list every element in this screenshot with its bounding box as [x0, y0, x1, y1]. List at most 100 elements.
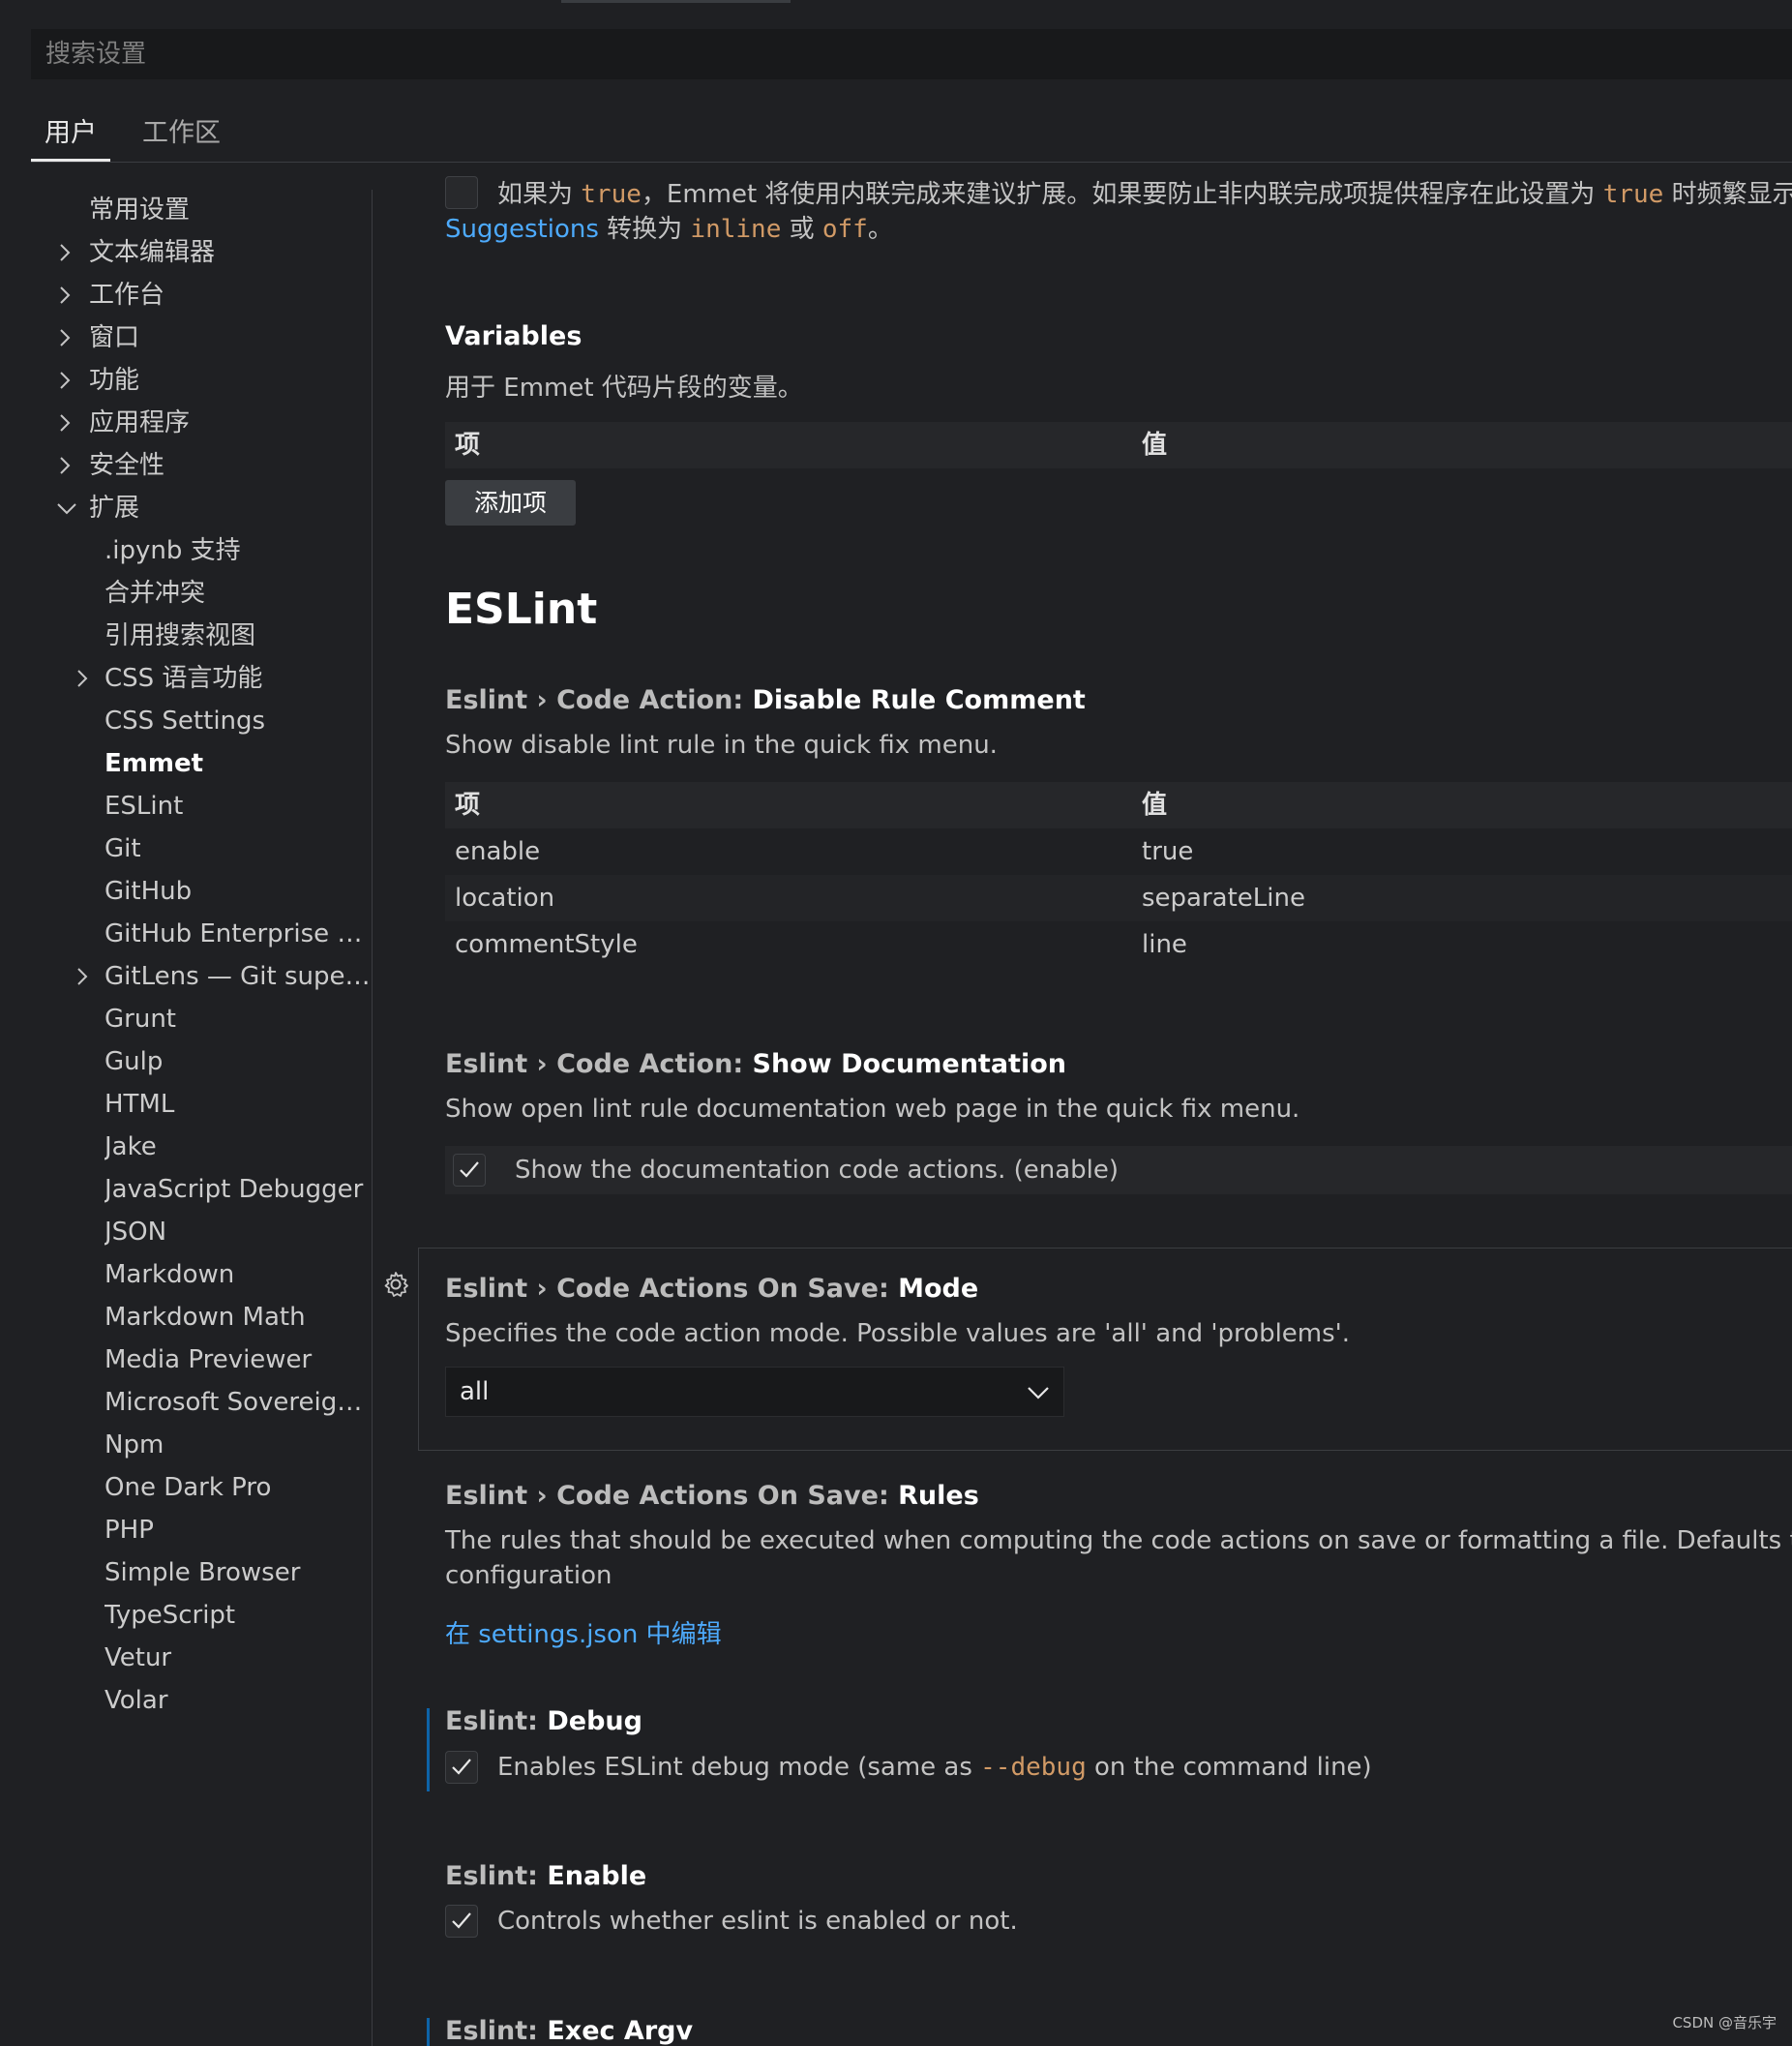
toc-item-npm[interactable]: Npm: [105, 1425, 371, 1465]
show-documentation-checkbox-label: Show the documentation code actions. (en…: [515, 1156, 1120, 1185]
toc-item-vetur[interactable]: Vetur: [105, 1638, 371, 1678]
show-documentation-desc: Show open lint rule documentation web pa…: [445, 1095, 1300, 1124]
exec-argv-title: Eslint: Exec Argv: [445, 2016, 694, 2046]
code-actions-rules-desc: The rules that should be executed when c…: [445, 1526, 1792, 1555]
column-header-value: 值: [1142, 791, 1168, 820]
settings-toc: 常用设置 文本编辑器 工作台 窗口 功能 应用程序 安全性 扩展 .ipynb …: [0, 190, 373, 2046]
select-value: all: [460, 1377, 490, 1406]
search-settings-box[interactable]: [31, 29, 1792, 79]
toc-item-gitlens[interactable]: GitLens — Git superc...: [105, 956, 371, 997]
inline-completions-desc: 如果为 true，Emmet 将使用内联完成来建议扩展。如果要防止非内联完成项提…: [497, 180, 1792, 209]
toc-item-simple-browser[interactable]: Simple Browser: [105, 1552, 371, 1593]
tab-workspace[interactable]: 工作区: [129, 114, 234, 162]
chevron-right-icon[interactable]: [58, 403, 77, 443]
add-item-button[interactable]: 添加项: [445, 480, 577, 526]
toc-item-json[interactable]: JSON: [105, 1212, 371, 1252]
chevron-right-icon[interactable]: [58, 360, 77, 401]
toc-item-github-enterprise[interactable]: GitHub Enterprise Se...: [105, 914, 371, 954]
toc-item-references-view[interactable]: 引用搜索视图: [105, 616, 371, 656]
toc-item-features[interactable]: 功能: [89, 360, 360, 401]
suggestions-link[interactable]: Suggestions: [445, 215, 599, 244]
toc-item-javascript-debugger[interactable]: JavaScript Debugger: [105, 1169, 371, 1210]
check-icon: [452, 1759, 471, 1775]
row-value: line: [1142, 930, 1187, 959]
toc-item-media-previewer[interactable]: Media Previewer: [105, 1339, 371, 1380]
toc-item-markdown[interactable]: Markdown: [105, 1254, 371, 1295]
toc-item-window[interactable]: 窗口: [89, 317, 360, 358]
toc-item-application[interactable]: 应用程序: [89, 403, 360, 443]
toc-item-gulp[interactable]: Gulp: [105, 1041, 371, 1082]
watermark: CSDN @音乐宇: [1672, 2014, 1777, 2031]
search-input[interactable]: [45, 40, 1791, 69]
toc-item-common[interactable]: 常用设置: [89, 190, 360, 230]
enable-desc: Controls whether eslint is enabled or no…: [497, 1907, 1018, 1936]
settings-scope-tabs: 用户 工作区: [31, 105, 1792, 163]
enable-title: Eslint: Enable: [445, 1861, 647, 1891]
toc-item-grunt[interactable]: Grunt: [105, 999, 371, 1039]
toc-item-ipynb[interactable]: .ipynb 支持: [105, 530, 371, 571]
row-key: location: [455, 884, 555, 913]
row-value: separateLine: [1142, 884, 1305, 913]
chevron-right-icon[interactable]: [58, 317, 77, 358]
toc-item-github[interactable]: GitHub: [105, 871, 371, 912]
code-actions-mode-desc: Specifies the code action mode. Possible…: [445, 1319, 1351, 1348]
row-value: true: [1142, 837, 1194, 866]
chevron-right-icon[interactable]: [75, 956, 95, 997]
show-documentation-title: Eslint › Code Action: Show Documentation: [445, 1049, 1066, 1079]
code-actions-mode-title: Eslint › Code Actions On Save: Mode: [445, 1274, 979, 1304]
toc-item-merge-conflict[interactable]: 合并冲突: [105, 573, 371, 614]
column-header-key: 项: [455, 431, 481, 460]
show-documentation-checkbox[interactable]: [453, 1154, 486, 1187]
toc-item-jake[interactable]: Jake: [105, 1127, 371, 1167]
chevron-down-icon[interactable]: [56, 488, 79, 528]
toc-item-git[interactable]: Git: [105, 828, 371, 869]
title-strip: [0, 0, 1792, 29]
debug-title: Eslint: Debug: [445, 1706, 642, 1736]
disable-rule-comment-title: Eslint › Code Action: Disable Rule Comme…: [445, 685, 1086, 715]
toc-item-css-settings[interactable]: CSS Settings: [105, 701, 371, 741]
check-icon: [452, 1912, 471, 1929]
toc-item-text-editor[interactable]: 文本编辑器: [89, 232, 360, 273]
settings-editor-body: 如果为 true，Emmet 将使用内联完成来建议扩展。如果要防止非内联完成项提…: [416, 163, 1792, 2046]
active-editor-indicator: [561, 0, 791, 3]
chevron-right-icon[interactable]: [58, 445, 77, 486]
row-key: enable: [455, 837, 541, 866]
debug-checkbox[interactable]: [445, 1751, 478, 1784]
variables-table-header: 项 值: [445, 422, 1792, 468]
toc-item-eslint[interactable]: ESLint: [105, 786, 371, 827]
code-actions-mode-select[interactable]: all: [445, 1367, 1064, 1417]
section-heading: ESLint: [445, 585, 598, 634]
table-row[interactable]: location separateLine: [445, 875, 1792, 921]
toc-item-html[interactable]: HTML: [105, 1084, 371, 1125]
toc-item-microsoft-sovereign[interactable]: Microsoft Sovereign ...: [105, 1382, 371, 1423]
chevron-right-icon[interactable]: [58, 232, 77, 273]
table-row[interactable]: enable true: [445, 828, 1792, 875]
disable-rule-comment-desc: Show disable lint rule in the quick fix …: [445, 731, 998, 760]
toc-item-emmet[interactable]: Emmet: [105, 743, 371, 784]
toc-item-workbench[interactable]: 工作台: [89, 275, 360, 316]
toc-item-typescript[interactable]: TypeScript: [105, 1595, 371, 1636]
show-documentation-row: Show the documentation code actions. (en…: [445, 1146, 1792, 1194]
check-icon: [460, 1161, 479, 1178]
debug-desc: Enables ESLint debug mode (same as --deb…: [497, 1753, 1372, 1782]
chevron-down-icon: [1028, 1387, 1049, 1399]
toc-item-markdown-math[interactable]: Markdown Math: [105, 1297, 371, 1338]
inline-completions-checkbox[interactable]: [445, 176, 478, 209]
toc-item-one-dark-pro[interactable]: One Dark Pro: [105, 1467, 371, 1508]
row-key: commentStyle: [455, 930, 638, 959]
edit-in-settings-json-link[interactable]: 在 settings.json 中编辑: [445, 1614, 722, 1650]
toc-item-volar[interactable]: Volar: [105, 1680, 371, 1721]
toc-item-php[interactable]: PHP: [105, 1510, 371, 1550]
variables-desc: 用于 Emmet 代码片段的变量。: [445, 374, 803, 403]
disable-rule-table-header: 项 值: [445, 782, 1792, 828]
chevron-right-icon[interactable]: [75, 658, 95, 699]
code-actions-rules-desc-line2: configuration: [445, 1561, 612, 1590]
toc-item-security[interactable]: 安全性: [89, 445, 360, 486]
table-row[interactable]: commentStyle line: [445, 921, 1792, 968]
toc-item-css-language[interactable]: CSS 语言功能: [105, 658, 371, 699]
chevron-right-icon[interactable]: [58, 275, 77, 316]
toc-item-extensions[interactable]: 扩展: [89, 488, 360, 528]
gear-icon[interactable]: [381, 1270, 412, 1301]
tab-user[interactable]: 用户: [31, 114, 110, 162]
enable-checkbox[interactable]: [445, 1905, 478, 1938]
